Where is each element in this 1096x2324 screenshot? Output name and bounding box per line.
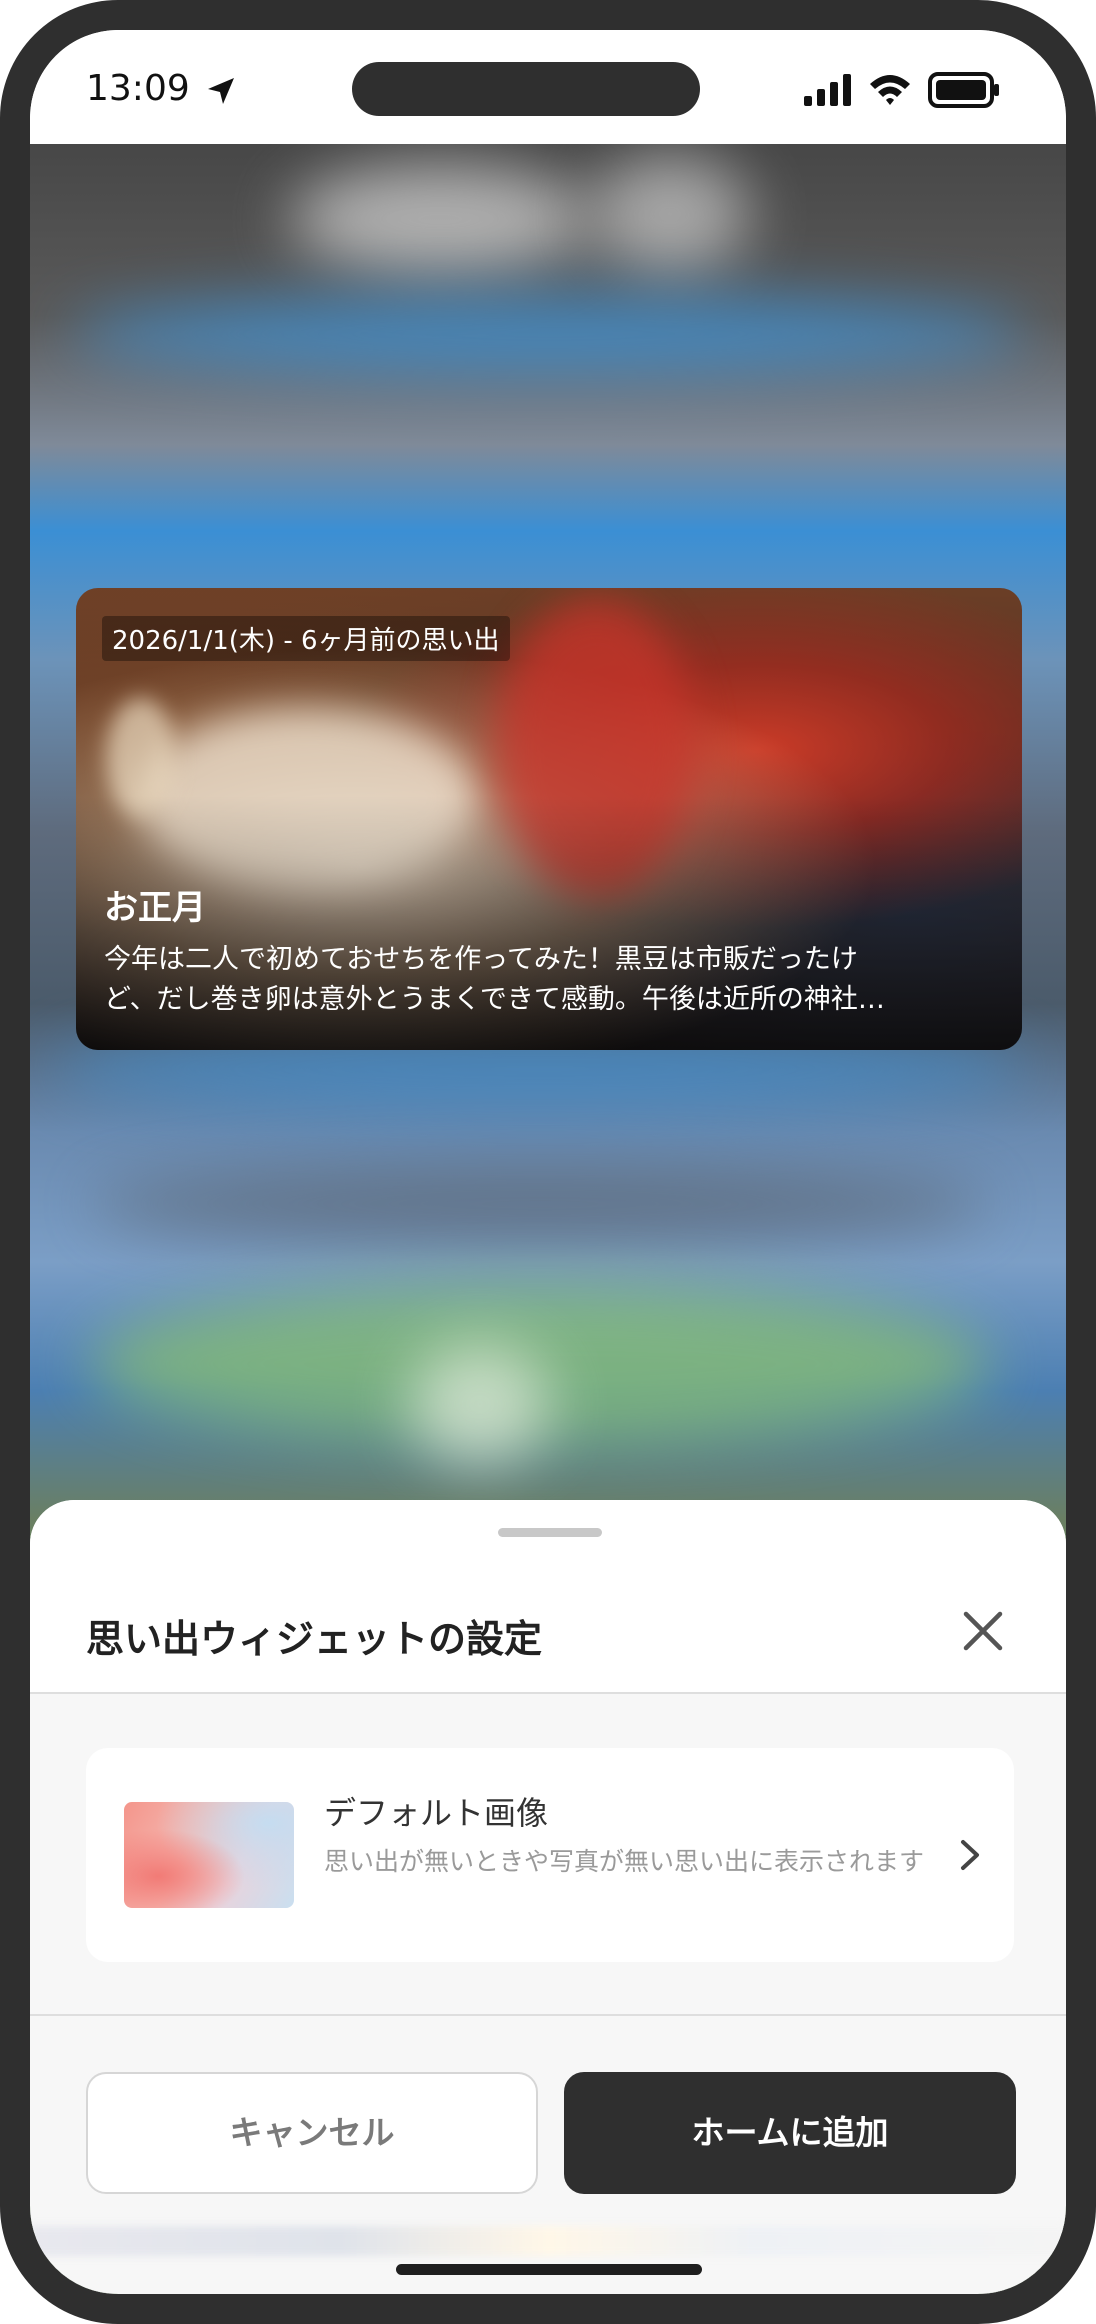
- wifi-icon: [870, 75, 910, 105]
- default-image-option[interactable]: デフォルト画像 思い出が無いときや写真が無い思い出に表示されます: [86, 1748, 1014, 1962]
- memory-body-line: 今年は二人で初めておせちを作ってみた！黒豆は市販だったけ: [104, 944, 858, 975]
- battery-icon: [928, 72, 999, 108]
- sheet-title: 思い出ウィジェットの設定: [86, 1617, 543, 1661]
- cancel-button[interactable]: キャンセル: [86, 2072, 538, 2194]
- memory-date: 2026/1/1(木) - 6ヶ月前の思い出: [102, 616, 510, 661]
- memory-title: お正月: [104, 888, 206, 928]
- status-bar: 13:09: [30, 30, 1066, 144]
- location-arrow-icon: [208, 78, 234, 104]
- status-time: 13:09: [86, 68, 190, 109]
- option-description: 思い出が無いときや写真が無い思い出に表示されます: [324, 1847, 925, 1876]
- cellular-signal-icon: [804, 74, 851, 106]
- chevron-right-icon: [961, 1840, 979, 1870]
- dynamic-island: [352, 62, 700, 116]
- home-indicator[interactable]: [396, 2264, 702, 2275]
- close-icon[interactable]: [960, 1608, 1006, 1654]
- sheet-grabber[interactable]: [498, 1528, 602, 1537]
- memory-body-line: ど、だし巻き卵は意外とうまくできて感動。午後は近所の神社…: [104, 984, 885, 1015]
- add-to-home-button[interactable]: ホームに追加: [564, 2072, 1016, 2194]
- memory-body: 今年は二人で初めておせちを作ってみた！黒豆は市販だったけ ど、だし巻き卵は意外と…: [104, 940, 994, 1020]
- divider: [30, 2014, 1066, 2016]
- bottom-blur-strip: [30, 2226, 1066, 2256]
- device-frame: 13:09 2026/1/1(木) - 6ヶ月前の思い出 お正月 今年は二人で初…: [0, 0, 1096, 2324]
- sheet-header: 思い出ウィジェットの設定: [30, 1500, 1066, 1694]
- default-image-thumbnail: [124, 1802, 294, 1908]
- widget-settings-sheet: 思い出ウィジェットの設定 デフォルト画像 思い出が無いときや写真が無い思い出に表…: [30, 1500, 1066, 2294]
- screen: 13:09 2026/1/1(木) - 6ヶ月前の思い出 お正月 今年は二人で初…: [30, 30, 1066, 2294]
- memory-card[interactable]: 2026/1/1(木) - 6ヶ月前の思い出 お正月 今年は二人で初めておせちを…: [76, 588, 1022, 1050]
- option-title: デフォルト画像: [324, 1794, 549, 1832]
